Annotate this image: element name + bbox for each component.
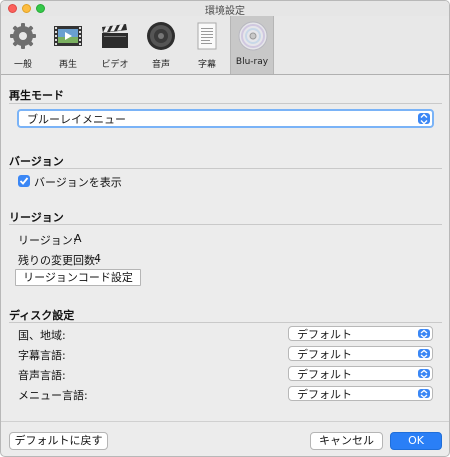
- menu-language-value: デフォルト: [297, 387, 352, 401]
- disc-icon: [238, 21, 268, 51]
- title-bar: 環境設定: [1, 1, 449, 17]
- tab-audio[interactable]: 音声: [139, 16, 183, 74]
- tab-bluray-label: Blu-ray: [235, 57, 269, 67]
- remaining-changes-label: 残りの変更回数:: [18, 254, 99, 267]
- country-region-value: デフォルト: [297, 327, 352, 341]
- chevron-updown-icon: [418, 369, 430, 378]
- region-label: リージョン:: [18, 234, 77, 247]
- playback-mode-heading: 再生モード: [9, 89, 64, 102]
- tab-video-label: ビデオ: [101, 60, 129, 70]
- ok-button[interactable]: OK: [390, 432, 442, 450]
- tab-video[interactable]: ビデオ: [93, 16, 137, 74]
- clapperboard-icon: [102, 24, 128, 48]
- show-version-checkbox[interactable]: [18, 175, 30, 187]
- speaker-icon: [147, 22, 175, 50]
- version-heading: バージョン: [9, 155, 64, 168]
- footer-divider: [1, 421, 449, 422]
- country-region-label: 国、地域:: [18, 329, 66, 342]
- window-title: 環境設定: [205, 6, 245, 17]
- region-heading: リージョン: [9, 211, 64, 224]
- country-region-select[interactable]: デフォルト: [288, 326, 433, 341]
- gear-icon: [10, 23, 36, 49]
- chevron-updown-icon: [418, 349, 430, 358]
- preferences-window: 環境設定 一般 再生 ビデオ 音声 字幕 Blu-ray 再生モード ブルーレイ…: [0, 0, 450, 457]
- tab-playback[interactable]: 再生: [46, 16, 90, 74]
- tab-subtitles-label: 字幕: [197, 60, 216, 70]
- audio-language-select[interactable]: デフォルト: [288, 366, 433, 381]
- region-value: A: [74, 232, 82, 245]
- playback-mode-value: ブルーレイメニュー: [27, 112, 126, 126]
- audio-language-label: 音声言語:: [18, 369, 66, 382]
- chevron-updown-icon: [418, 329, 430, 338]
- divider: [9, 322, 442, 323]
- cancel-button[interactable]: キャンセル: [310, 432, 383, 450]
- divider: [9, 168, 442, 169]
- show-version-label: バージョンを表示: [34, 176, 122, 189]
- film-play-icon: [54, 26, 82, 46]
- chevron-updown-icon: [418, 389, 430, 398]
- tab-audio-label: 音声: [151, 60, 170, 70]
- subtitle-document-icon: [197, 22, 217, 50]
- tab-subtitles[interactable]: 字幕: [185, 16, 229, 74]
- playback-mode-select[interactable]: ブルーレイメニュー: [17, 109, 434, 128]
- bluray-settings-panel: 再生モード ブルーレイメニュー バージョン バージョンを表示 リージョン リージ…: [1, 76, 449, 421]
- tab-general[interactable]: 一般: [1, 16, 45, 74]
- menu-language-select[interactable]: デフォルト: [288, 386, 433, 401]
- subtitle-language-value: デフォルト: [297, 347, 352, 361]
- subtitle-language-label: 字幕言語:: [18, 349, 66, 362]
- subtitle-language-select[interactable]: デフォルト: [288, 346, 433, 361]
- remaining-changes-value: 4: [94, 252, 101, 265]
- tab-playback-label: 再生: [58, 60, 77, 70]
- tab-bluray[interactable]: Blu-ray: [230, 16, 274, 74]
- checkmark-icon: [19, 177, 29, 185]
- restore-defaults-button[interactable]: デフォルトに戻す: [9, 432, 108, 450]
- preferences-toolbar: 一般 再生 ビデオ 音声 字幕 Blu-ray: [1, 16, 449, 75]
- menu-language-label: メニュー言語:: [18, 389, 88, 402]
- audio-language-value: デフォルト: [297, 367, 352, 381]
- disc-settings-heading: ディスク設定: [9, 309, 75, 322]
- chevron-updown-icon: [418, 113, 430, 124]
- divider: [9, 103, 442, 104]
- divider: [9, 224, 442, 225]
- region-code-settings-button[interactable]: リージョンコード設定: [15, 269, 141, 286]
- tab-general-label: 一般: [13, 60, 32, 70]
